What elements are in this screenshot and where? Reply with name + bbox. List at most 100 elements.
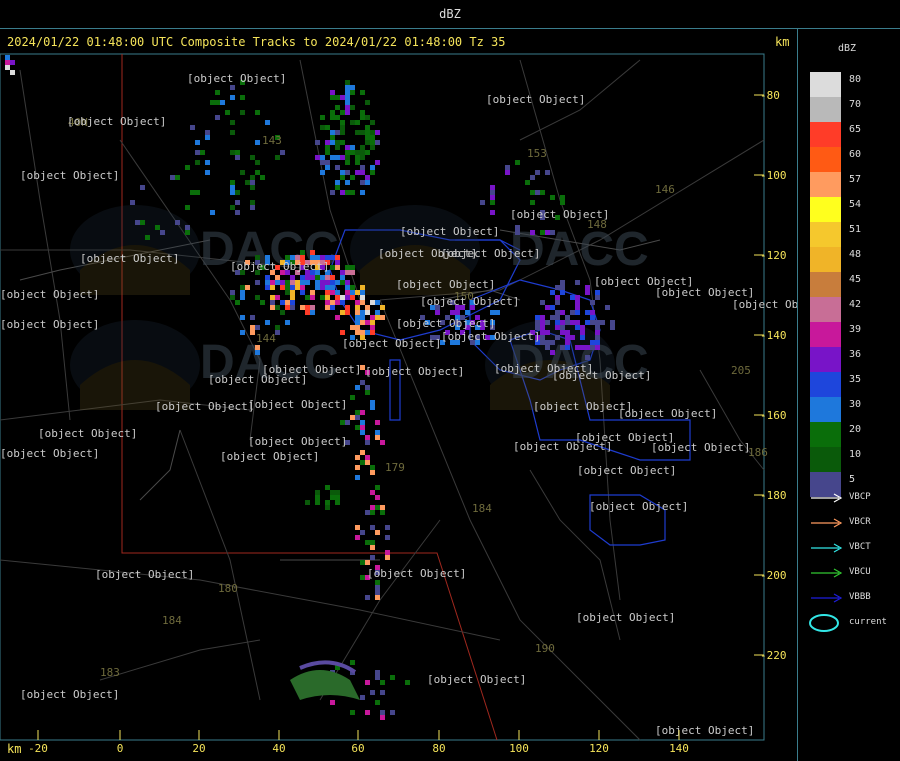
radar-pixel xyxy=(360,190,365,195)
radar-pixel xyxy=(350,85,355,90)
radar-pixel xyxy=(335,105,340,110)
radar-pixel xyxy=(355,525,360,530)
legend-level-label: 57 xyxy=(849,174,862,185)
radar-pixel xyxy=(185,230,190,235)
radar-pixel xyxy=(555,335,560,340)
radar-pixel xyxy=(545,170,550,175)
radar-pixel xyxy=(370,555,375,560)
radar-pixel xyxy=(455,310,460,315)
radar-pixel xyxy=(350,190,355,195)
radar-pixel xyxy=(360,180,365,185)
radar-pixel xyxy=(550,315,555,320)
radar-pixel xyxy=(230,190,235,195)
radar-pixel xyxy=(380,690,385,695)
legend-level-label: 35 xyxy=(849,374,862,385)
radar-pixel xyxy=(325,160,330,165)
radar-pixel xyxy=(360,530,365,535)
radar-pixel xyxy=(315,155,320,160)
place-label: [object Object] xyxy=(732,298,797,311)
radar-pixel xyxy=(325,280,330,285)
radar-pixel xyxy=(285,290,290,295)
radar-pixel xyxy=(220,100,225,105)
radar-pixel xyxy=(350,270,355,275)
radar-pixel xyxy=(575,320,580,325)
place-label: [object Object] xyxy=(396,317,495,330)
radar-pixel xyxy=(345,145,350,150)
radar-pixel xyxy=(10,60,15,65)
radar-pixel xyxy=(270,295,275,300)
radar-pixel xyxy=(465,310,470,315)
radar-pixel xyxy=(355,300,360,305)
radar-pixel xyxy=(370,405,375,410)
radar-pixel xyxy=(345,420,350,425)
radar-pixel xyxy=(360,320,365,325)
legend-level-label: 45 xyxy=(849,274,862,285)
radar-pixel xyxy=(325,285,330,290)
radar-pixel xyxy=(365,455,370,460)
radar-pixel xyxy=(555,300,560,305)
radar-pixel xyxy=(230,130,235,135)
x-tick-label: 20 xyxy=(192,742,205,755)
radar-pixel xyxy=(580,345,585,350)
radar-pixel xyxy=(350,120,355,125)
radar-pixel xyxy=(360,425,365,430)
radar-pixel xyxy=(270,285,275,290)
radar-pixel xyxy=(545,345,550,350)
radar-pixel xyxy=(130,200,135,205)
radar-pixel xyxy=(320,170,325,175)
radar-pixel xyxy=(405,680,410,685)
radar-pixel xyxy=(380,715,385,720)
radar-pixel xyxy=(370,320,375,325)
legend-level-label: 51 xyxy=(849,224,862,235)
legend-level-label: 80 xyxy=(849,74,862,85)
radar-pixel xyxy=(310,295,315,300)
radar-pixel xyxy=(345,270,350,275)
radar-pixel xyxy=(365,140,370,145)
radar-pixel xyxy=(320,115,325,120)
radar-pixel xyxy=(325,165,330,170)
radar-pixel xyxy=(370,130,375,135)
radar-pixel xyxy=(360,290,365,295)
x-tick-label: 140 xyxy=(669,742,689,755)
track-arrow-icon xyxy=(811,518,843,528)
radar-pixel xyxy=(265,280,270,285)
radar-pixel xyxy=(575,310,580,315)
radar-pixel xyxy=(560,285,565,290)
radar-pixel xyxy=(315,500,320,505)
radar-pixel xyxy=(350,105,355,110)
place-label: [object Object] xyxy=(367,567,466,580)
radar-pixel xyxy=(330,300,335,305)
radar-pixel xyxy=(330,95,335,100)
radar-pixel xyxy=(545,340,550,345)
radar-pixel xyxy=(160,230,165,235)
radar-pixel xyxy=(250,200,255,205)
radar-map[interactable]: DACC DACC DACC DACC 143 153 146 148 179 … xyxy=(0,50,797,761)
radar-pixel xyxy=(345,305,350,310)
radar-pixel xyxy=(540,300,545,305)
radar-pixel xyxy=(370,140,375,145)
radar-pixel xyxy=(330,140,335,145)
echo-cluster-south xyxy=(290,670,360,700)
radar-pixel xyxy=(380,305,385,310)
radar-pixel xyxy=(335,260,340,265)
radar-pixel xyxy=(375,700,380,705)
route-number: 179 xyxy=(385,461,405,474)
radar-pixel xyxy=(330,135,335,140)
radar-pixel xyxy=(275,295,280,300)
y-tick-label: -120 xyxy=(760,249,787,262)
radar-pixel xyxy=(5,60,10,65)
legend-swatch xyxy=(810,222,841,247)
radar-pixel xyxy=(565,330,570,335)
radar-pixel xyxy=(340,280,345,285)
place-label: [object Object] xyxy=(589,500,688,513)
radar-pixel xyxy=(355,465,360,470)
radar-pixel xyxy=(545,230,550,235)
radar-pixel xyxy=(270,280,275,285)
track-legend-label: VBCT xyxy=(849,542,871,552)
route-number: 186 xyxy=(748,446,768,459)
route-number: 153 xyxy=(527,147,547,160)
radar-pixel xyxy=(290,305,295,310)
radar-pixel xyxy=(535,315,540,320)
radar-pixel xyxy=(340,125,345,130)
radar-pixel xyxy=(205,130,210,135)
